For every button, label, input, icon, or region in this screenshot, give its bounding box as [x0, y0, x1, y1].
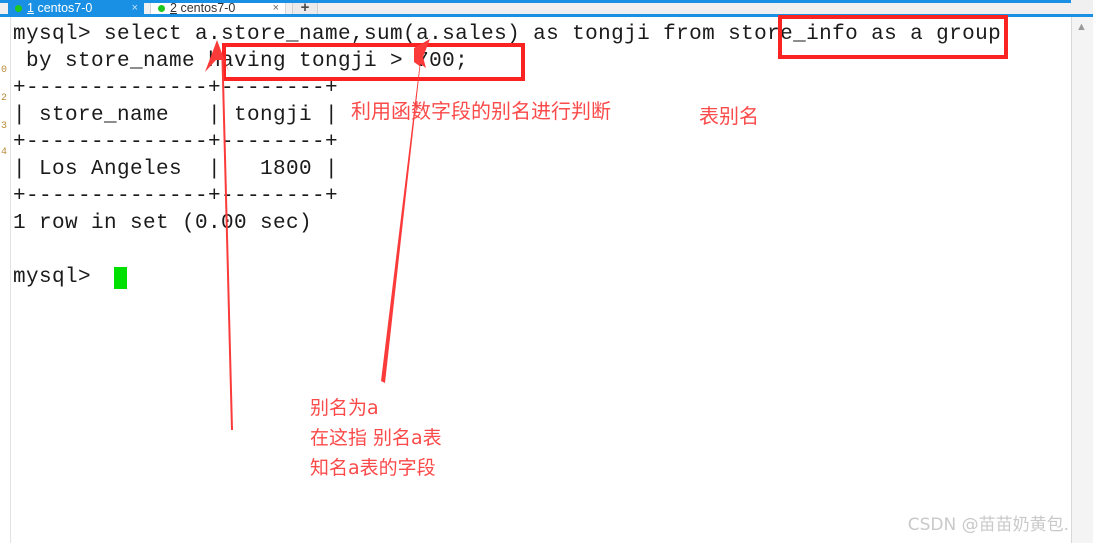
terminal-line-4: | store_name | tongji |	[13, 104, 339, 127]
gutter-mark: 2	[1, 93, 8, 104]
gutter-mark: 0	[1, 65, 8, 76]
terminal-line-7: +--------------+--------+	[13, 185, 339, 208]
gutter-mark: 3	[1, 121, 8, 132]
alias-judgement-note: 利用函数字段的别名进行判断	[351, 99, 611, 123]
alias-note-line3: 知名a表的字段	[310, 457, 436, 479]
tab-label-2: 2 centos7-0	[170, 1, 236, 15]
terminal-output[interactable]: mysql> select a.store_name,sum(a.sales) …	[11, 17, 1071, 543]
alias-note-line2: 在这指 别名a表	[310, 427, 442, 449]
vertical-scrollbar[interactable]: ▲	[1071, 17, 1093, 543]
window-accent-bar	[0, 0, 1071, 3]
gutter-mark: 4	[1, 147, 8, 158]
left-scroll-gutter[interactable]: 0 2 3 4	[0, 17, 11, 543]
csdn-watermark: CSDN @苗苗奶黄包.	[907, 515, 1069, 535]
terminal-line-8: 1 row in set (0.00 sec)	[13, 212, 313, 235]
tab-status-dot-icon	[158, 5, 165, 12]
tab-close-icon[interactable]: ×	[267, 2, 279, 14]
table-alias-highlight-box	[778, 15, 1008, 59]
terminal-line-6: | Los Angeles | 1800 |	[13, 158, 339, 181]
tab-label-1: 1 centos7-0	[27, 1, 93, 15]
screenshot-root: 1 centos7-0 × 2 centos7-0 × + 0 2 3 4 ▲ …	[0, 0, 1093, 543]
alias-note-line1: 别名为a	[310, 397, 379, 419]
terminal-cursor	[114, 267, 127, 289]
terminal-prompt-line: mysql>	[13, 266, 92, 289]
scroll-up-icon[interactable]: ▲	[1076, 21, 1087, 33]
table-alias-note: 表别名	[699, 104, 759, 128]
terminal-line-5: +--------------+--------+	[13, 131, 339, 154]
tab-status-dot-icon	[15, 5, 22, 12]
having-clause-highlight-box	[222, 43, 525, 81]
tab-close-icon[interactable]: ×	[126, 2, 138, 14]
